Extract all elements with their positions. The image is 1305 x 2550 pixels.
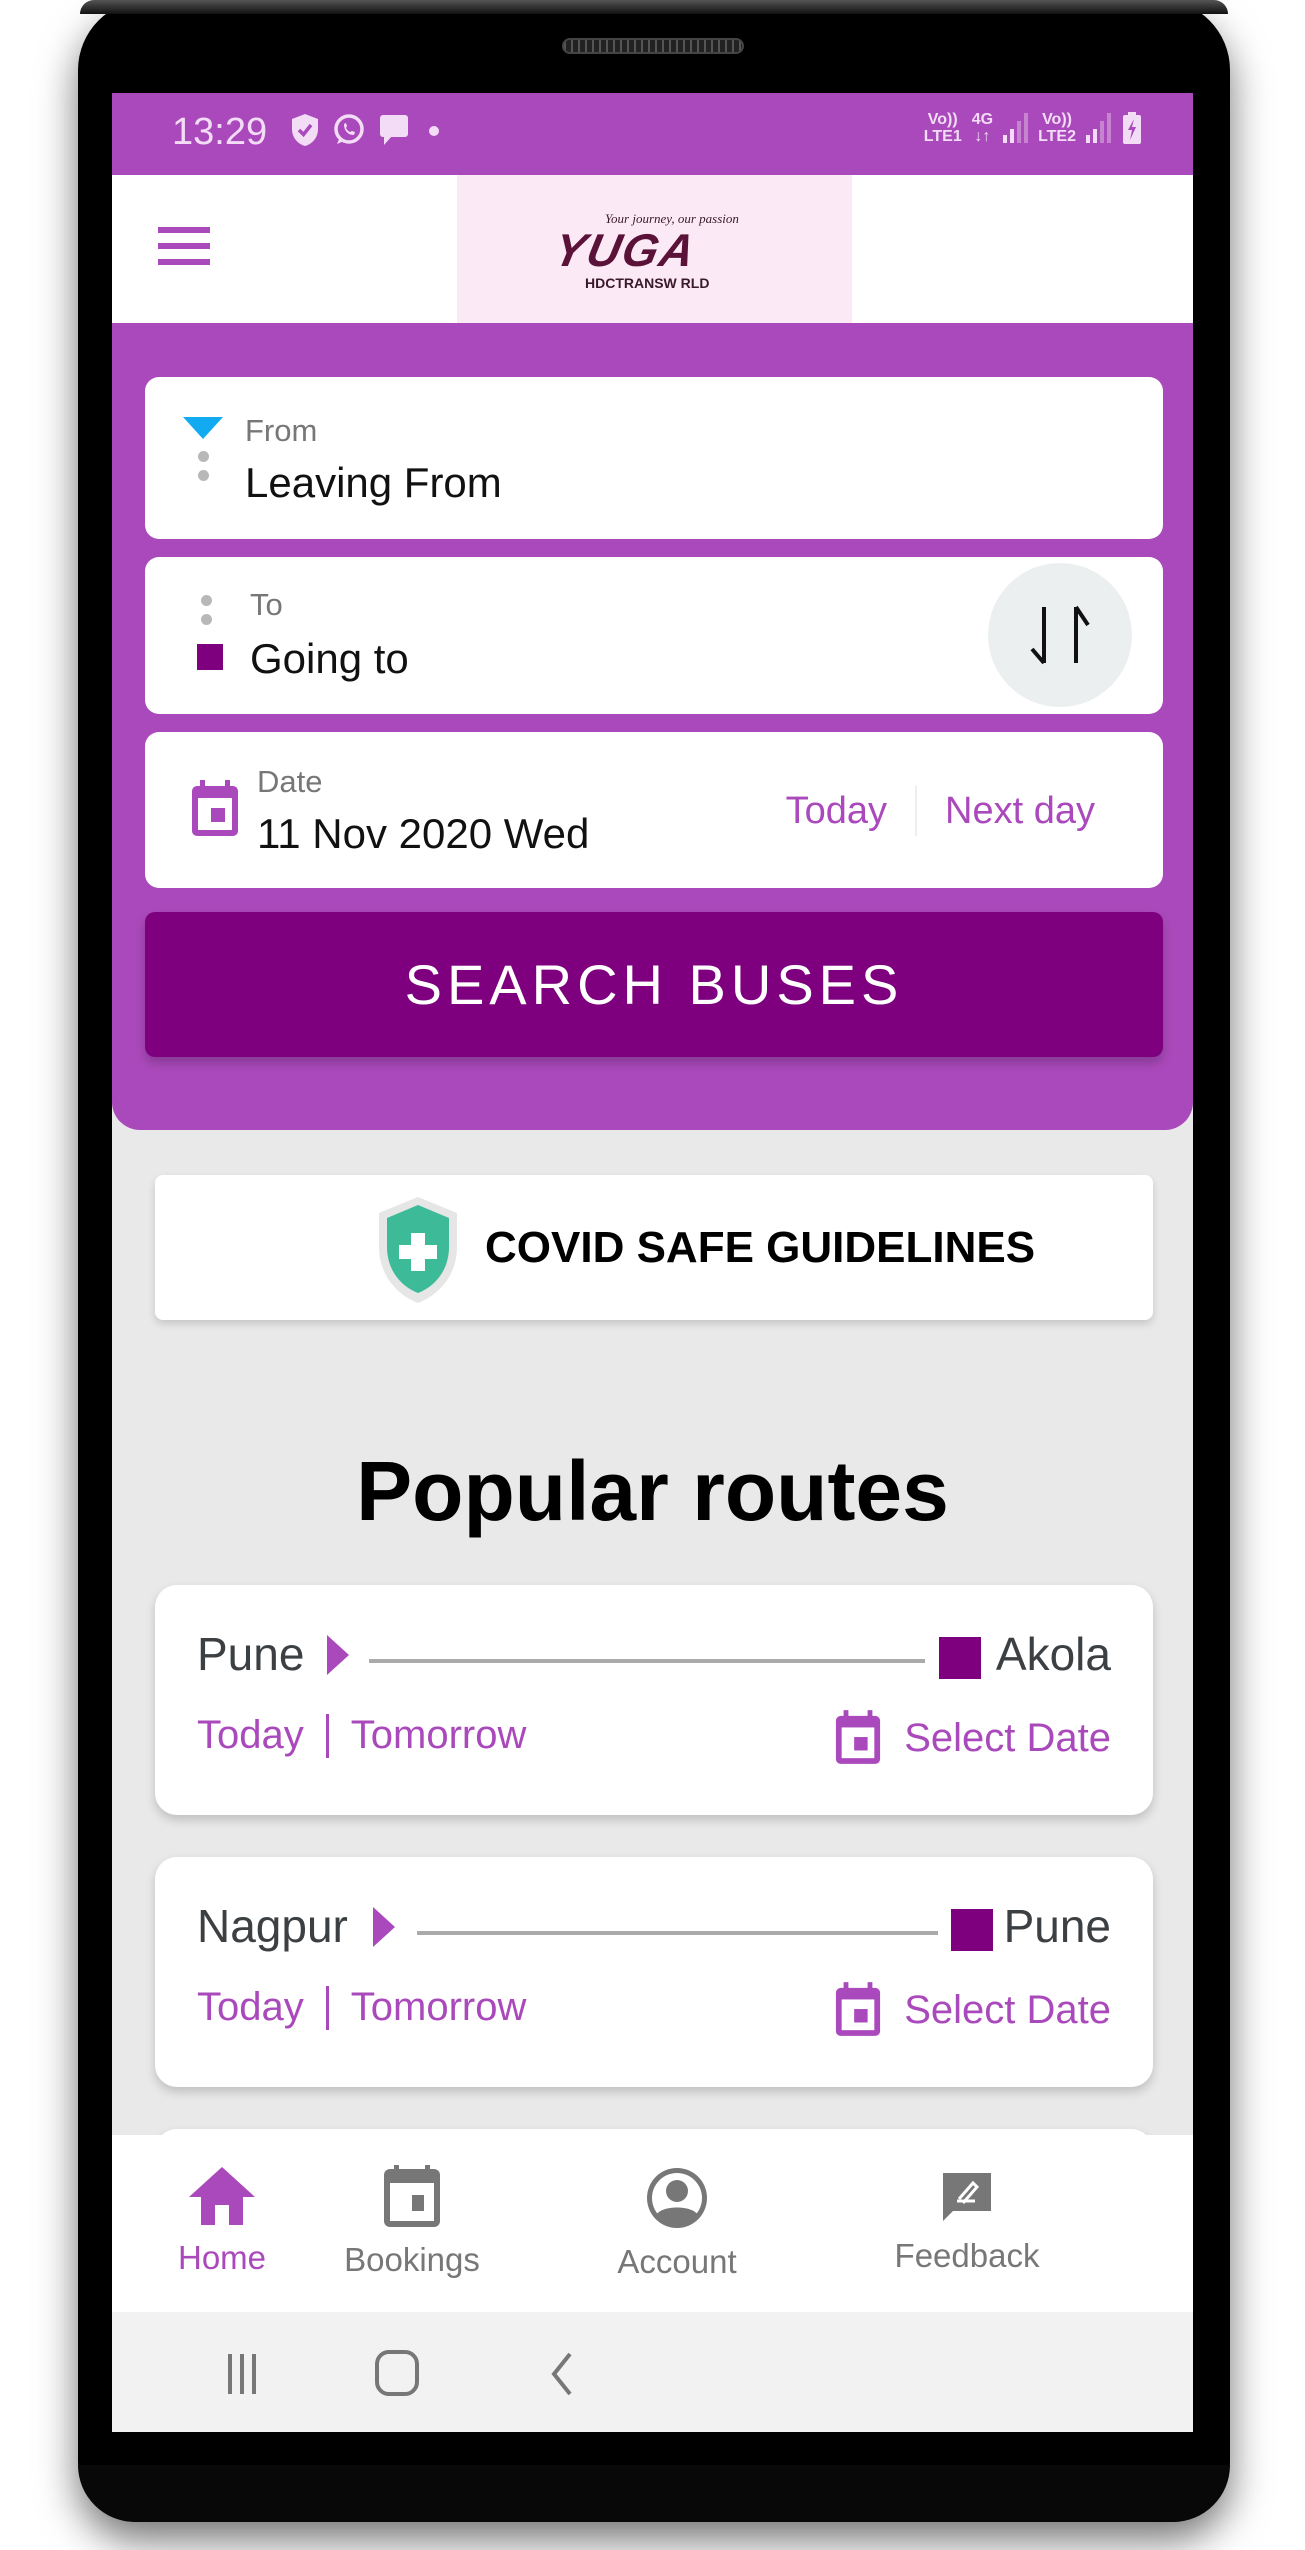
covid-banner-label: COVID SAFE GUIDELINES xyxy=(485,1223,1036,1272)
search-panel: From Leaving From To Going to Date 11 No… xyxy=(112,323,1193,1130)
nav-feedback[interactable]: Feedback xyxy=(867,2165,1067,2275)
next-day-link[interactable]: Next day xyxy=(945,790,1095,833)
divider xyxy=(915,786,918,836)
sim2-indicator: Vo)) LTE2 xyxy=(1038,111,1076,145)
route-dot-icon xyxy=(198,470,209,481)
hamburger-menu-icon[interactable] xyxy=(158,227,210,267)
from-field[interactable]: From Leaving From xyxy=(145,377,1163,539)
logo-subtitle: HDCTRANSW RLD xyxy=(585,275,710,291)
route-destination: Pune xyxy=(1003,1900,1111,1952)
recent-apps-icon[interactable] xyxy=(212,2350,272,2398)
to-label: To xyxy=(250,587,283,622)
battery-charging-icon xyxy=(1123,112,1141,144)
logo-brand: YUGA xyxy=(549,224,702,276)
status-right-icons: Vo)) LTE1 4G ↓↑ Vo)) LTE2 xyxy=(924,111,1143,145)
route-line xyxy=(369,1659,925,1663)
select-date-label: Select Date xyxy=(904,1987,1111,2032)
date-label: Date xyxy=(257,764,323,799)
from-value: Leaving From xyxy=(245,459,502,506)
from-label: From xyxy=(245,413,318,448)
message-icon xyxy=(380,115,408,145)
route-card[interactable]: Nagpur Pune Today Tomorrow Select Date xyxy=(155,1857,1153,2087)
whatsapp-icon xyxy=(334,114,364,144)
covid-guidelines-banner[interactable]: COVID SAFE GUIDELINES xyxy=(155,1175,1153,1320)
date-quick-links: Today Next day xyxy=(786,786,1095,836)
phone-top-edge xyxy=(80,0,1228,14)
signal-strength-icon-2 xyxy=(1086,113,1111,143)
route-today-link[interactable]: Today xyxy=(197,1985,304,2030)
route-quick-dates: Today Tomorrow xyxy=(197,1985,526,2030)
phone-speaker xyxy=(562,38,744,54)
destination-marker-icon xyxy=(951,1909,993,1951)
brand-logo: Your journey, our passion YUGA HDCTRANSW… xyxy=(457,175,852,323)
signal-strength-icon-1 xyxy=(1003,113,1029,143)
sim1-indicator: Vo)) LTE1 xyxy=(923,111,962,145)
date-value: 11 Nov 2020 Wed xyxy=(257,810,590,857)
origin-arrow-icon xyxy=(327,1635,349,1675)
route-select-date-button[interactable]: Select Date xyxy=(834,1982,1111,2038)
route-card[interactable]: Pune Akola Today Tomorrow Select Date xyxy=(155,1585,1153,1815)
back-icon[interactable] xyxy=(542,2348,582,2400)
calendar-icon xyxy=(836,1710,881,1764)
nav-home[interactable]: Home xyxy=(152,2165,292,2277)
notification-dot-icon xyxy=(429,126,439,136)
home-icon xyxy=(189,2167,255,2225)
account-circle-icon xyxy=(647,2168,707,2228)
route-line xyxy=(417,1931,938,1935)
popular-routes-heading: Popular routes xyxy=(356,1444,949,1538)
swap-button[interactable] xyxy=(988,563,1132,707)
route-today-link[interactable]: Today xyxy=(197,1713,304,1758)
route-dot-icon xyxy=(201,595,212,606)
status-left-icons xyxy=(290,113,446,147)
today-link[interactable]: Today xyxy=(786,790,887,833)
origin-marker-icon xyxy=(183,417,223,439)
destination-marker-icon xyxy=(939,1637,981,1679)
search-buses-button[interactable]: SEARCH BUSES xyxy=(145,912,1163,1057)
app-bar: Your journey, our passion YUGA HDCTRANSW… xyxy=(112,175,1193,323)
divider xyxy=(325,1985,329,2030)
date-field[interactable]: Date 11 Nov 2020 Wed Today Next day xyxy=(145,732,1163,888)
route-destination: Akola xyxy=(995,1628,1111,1680)
route-tomorrow-link[interactable]: Tomorrow xyxy=(351,1985,527,2030)
select-date-label: Select Date xyxy=(904,1715,1111,1760)
swap-vertical-icon xyxy=(1030,605,1090,665)
origin-arrow-icon xyxy=(373,1907,395,1947)
home-button-icon[interactable] xyxy=(368,2348,426,2400)
calendar-icon xyxy=(192,780,238,836)
shield-check-icon xyxy=(292,114,318,146)
network-type: 4G ↓↑ xyxy=(971,111,994,145)
system-navigation-bar xyxy=(112,2312,1193,2432)
screen: 13:29 Vo)) LTE1 4G ↓↑ Vo)) LTE2 Your jou… xyxy=(112,93,1193,2432)
bottom-navigation: Home Bookings Account Feedback xyxy=(112,2135,1193,2312)
route-origin: Nagpur xyxy=(197,1900,348,1952)
calendar-icon xyxy=(836,1982,881,2036)
destination-marker-icon xyxy=(197,644,223,670)
to-value: Going to xyxy=(250,635,409,682)
phone-chin xyxy=(78,2465,1230,2522)
route-origin: Pune xyxy=(197,1628,305,1680)
route-dot-icon xyxy=(201,614,212,625)
status-bar: 13:29 Vo)) LTE1 4G ↓↑ Vo)) LTE2 xyxy=(112,93,1193,175)
route-dot-icon xyxy=(198,451,209,462)
calendar-icon xyxy=(384,2165,440,2227)
route-quick-dates: Today Tomorrow xyxy=(197,1713,526,1758)
medical-shield-icon xyxy=(379,1197,457,1303)
route-select-date-button[interactable]: Select Date xyxy=(834,1710,1111,1766)
route-tomorrow-link[interactable]: Tomorrow xyxy=(351,1713,527,1758)
nav-account[interactable]: Account xyxy=(587,2165,767,2281)
feedback-icon xyxy=(943,2173,991,2221)
nav-bookings[interactable]: Bookings xyxy=(332,2165,492,2279)
divider xyxy=(325,1713,329,1758)
status-time: 13:29 xyxy=(172,111,268,153)
